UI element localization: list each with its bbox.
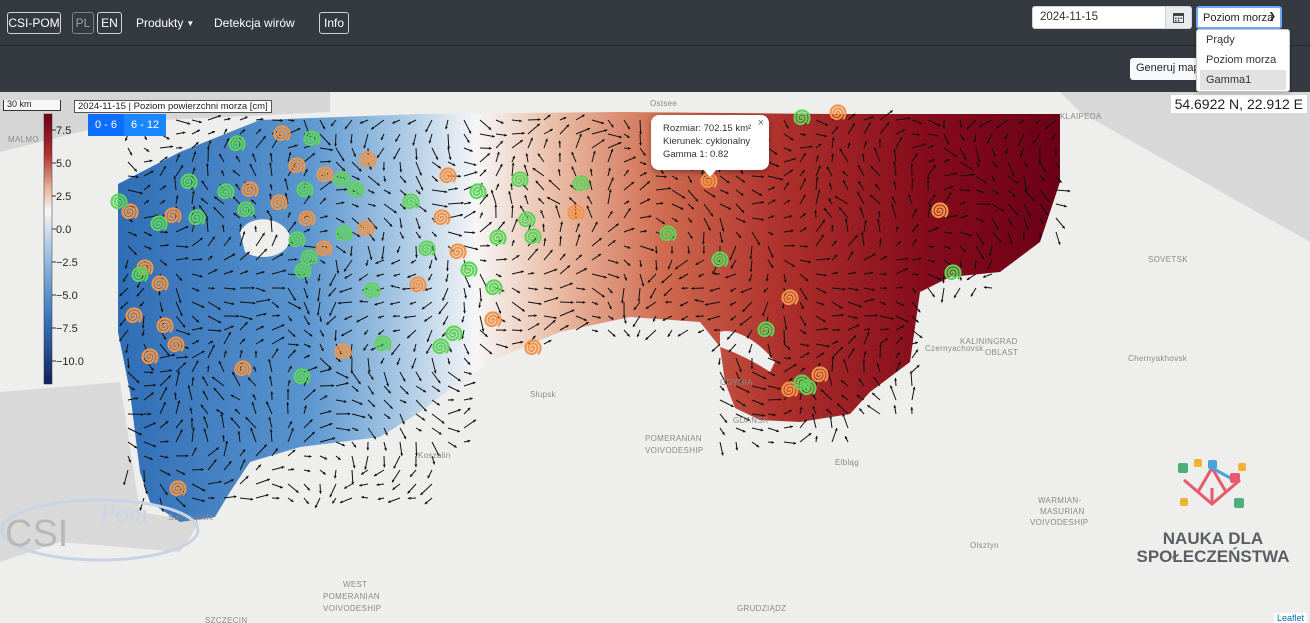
place-label: GDANSK — [733, 416, 769, 425]
nauka-logo-icon — [1178, 459, 1246, 508]
place-label: KLAIPEDA — [1060, 112, 1102, 121]
layer-option-currents[interactable]: Prądy — [1197, 30, 1289, 50]
colorbar-tick-label: 5.0 — [56, 158, 71, 170]
colorbar-tick-label: 7.5 — [56, 125, 71, 137]
close-icon[interactable]: × — [758, 117, 764, 130]
place-label: VOIVODESHIP — [323, 604, 381, 613]
place-label: MALMO — [8, 135, 39, 144]
place-label: SZCZECIN — [205, 616, 247, 623]
range-button-group: 0 - 6 6 - 12 — [88, 114, 167, 136]
caret-down-icon: ▼ — [186, 18, 195, 28]
csi-pom-logo: CSI Pom — [0, 490, 200, 570]
colorbar-tick-label: −2.5 — [56, 257, 78, 269]
place-label: Koszalin — [418, 451, 451, 460]
logo-pom-text: Pom — [99, 499, 148, 528]
place-label: OBLAST — [985, 348, 1018, 357]
calendar-button[interactable] — [1165, 6, 1192, 29]
place-label: WEST — [343, 580, 367, 589]
eddy-popup: × Rozmiar: 702.15 km² Kierunek: cyklonal… — [651, 115, 769, 170]
place-label: Olsztyn — [970, 541, 999, 550]
info-button[interactable]: Info — [319, 12, 349, 34]
nauka-line2: SPOŁECZEŃSTWA — [1136, 547, 1290, 566]
place-label: POMERANIAN — [323, 592, 380, 601]
layer-select[interactable]: Poziom morza ❯ — [1196, 6, 1282, 29]
eddy-detection-link[interactable]: Detekcja wirów — [214, 12, 295, 34]
calendar-icon — [1173, 13, 1184, 23]
place-label: VOIVODESHIP — [1030, 518, 1088, 527]
products-dropdown[interactable]: Produkty ▼ — [136, 12, 194, 34]
logo-csi-text: CSI — [5, 513, 68, 555]
date-input[interactable]: 2024-11-15 — [1032, 6, 1166, 29]
layer-select-value: Poziom morza — [1203, 12, 1274, 24]
colorbar-tick-label: −7.5 — [56, 323, 78, 335]
leaflet-attribution[interactable]: Leaflet — [1273, 613, 1307, 623]
nauka-logo-text: NAUKA DLA SPOŁECZEŃSTWA — [1133, 530, 1293, 566]
colorbar-tick-label: −5.0 — [56, 290, 78, 302]
layer-dropdown-menu: Prądy Poziom morza Gamma1 — [1196, 29, 1290, 92]
lang-en-button[interactable]: EN — [97, 12, 122, 34]
colorbar-tick-label: −10.0 — [56, 356, 84, 368]
products-label: Produkty — [136, 16, 184, 30]
place-label: Elbląg — [835, 458, 859, 467]
layer-option-sea-level[interactable]: Poziom morza — [1197, 50, 1289, 70]
range-button-0-6[interactable]: 0 - 6 — [88, 114, 125, 136]
colorbar — [43, 113, 53, 385]
top-navbar: CSI-POM PL EN Produkty ▼ Detekcja wirów … — [0, 0, 1310, 46]
coordinate-readout: 54.6922 N, 22.912 E — [1170, 95, 1307, 113]
place-label: Chernyakhovsk — [1128, 354, 1188, 363]
place-label: GRUDZIĄDZ — [737, 604, 786, 613]
popup-direction: Kierunek: cyklonalny — [663, 136, 751, 147]
place-label: POMERANIAN — [645, 434, 702, 443]
nauka-line1: NAUKA DLA — [1162, 529, 1264, 548]
colorbar-tick-label: 0.0 — [56, 224, 71, 236]
popup-tip — [703, 169, 717, 177]
secondary-toolbar: Generuj mapę — [0, 46, 1310, 92]
range-button-6-12[interactable]: 6 - 12 — [124, 114, 167, 136]
place-label: Słupsk — [530, 390, 557, 399]
chevron-down-icon: ❯ — [1268, 11, 1276, 21]
legend-title: 2024-11-15 | Poziom powierzchni morza [c… — [74, 100, 272, 113]
place-label: GDYNIA — [720, 378, 753, 387]
place-label: Ostsee — [650, 99, 677, 108]
place-label: SOVETSK — [1148, 255, 1188, 264]
place-label: VOIVODESHIP — [645, 446, 703, 455]
lang-pl-button[interactable]: PL — [72, 12, 94, 34]
place-label: WARMIAN- — [1038, 496, 1081, 505]
colorbar-tick-label: 2.5 — [56, 191, 71, 203]
scale-bar: 30 km — [3, 100, 61, 111]
popup-size: Rozmiar: 702.15 km² — [663, 123, 752, 134]
place-label: Czernyachovsk — [925, 344, 984, 353]
layer-option-gamma1[interactable]: Gamma1 — [1200, 70, 1286, 90]
generate-map-button[interactable]: Generuj mapę — [1130, 58, 1200, 80]
brand-button[interactable]: CSI-POM — [7, 12, 61, 34]
popup-gamma: Gamma 1: 0.82 — [663, 149, 729, 160]
place-label: MASURIAN — [1040, 507, 1085, 516]
map-view[interactable]: 7.5 5.0 2.5 0.0 −2.5 −5.0 −7.5 −10.0 MALMO Ostse… — [0, 92, 1310, 623]
